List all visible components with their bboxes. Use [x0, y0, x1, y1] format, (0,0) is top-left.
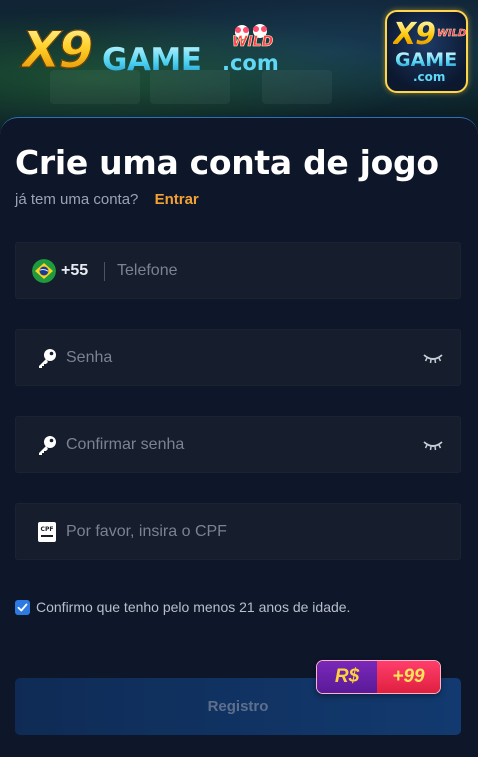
- brazil-flag-icon[interactable]: [32, 259, 56, 283]
- cpf-icon-text: CPF: [41, 526, 54, 533]
- bonus-badge: R$ +99: [316, 660, 441, 694]
- confirm-password-input[interactable]: [66, 417, 411, 472]
- register-sheet: Crie uma conta de jogo já tem uma conta?…: [0, 117, 478, 757]
- app-icon[interactable]: X9 WILD GAME .com: [385, 10, 468, 93]
- key-icon: [36, 347, 58, 369]
- age-confirm-row: Confirmo que tenho pelo menos 21 anos de…: [15, 598, 350, 616]
- age-confirm-checkbox[interactable]: [15, 599, 30, 615]
- app-icon-x9: X9: [393, 17, 436, 52]
- cpf-card-icon: CPF: [36, 521, 58, 543]
- password-field[interactable]: [15, 329, 461, 386]
- wild-badge-icon: WILD: [228, 22, 284, 52]
- phone-input[interactable]: [117, 243, 447, 298]
- country-code[interactable]: +55: [61, 261, 88, 281]
- eye-closed-icon[interactable]: [423, 438, 443, 452]
- logo-com-text: .com: [222, 51, 279, 75]
- phone-field[interactable]: +55: [15, 242, 461, 299]
- eye-closed-icon[interactable]: [423, 351, 443, 365]
- page-title: Crie uma conta de jogo: [15, 143, 439, 182]
- key-icon: [36, 434, 58, 456]
- login-link[interactable]: Entrar: [155, 191, 199, 208]
- cpf-field[interactable]: CPF: [15, 503, 461, 560]
- app-icon-wild: WILD: [437, 28, 467, 39]
- logo-game-text: GAME: [102, 42, 202, 78]
- site-logo[interactable]: X9 GAME .com WILD: [21, 21, 312, 82]
- logo-x9-text: X9: [21, 21, 93, 79]
- login-prompt-text: já tem uma conta?: [15, 191, 139, 208]
- password-input[interactable]: [66, 330, 411, 385]
- age-confirm-label[interactable]: Confirmo que tenho pelo menos 21 anos de…: [36, 598, 350, 616]
- cpf-input[interactable]: [66, 504, 446, 559]
- login-prompt-row: já tem uma conta? Entrar: [15, 190, 199, 210]
- bonus-currency: R$: [317, 661, 377, 693]
- app-icon-com: .com: [413, 70, 446, 84]
- header-banner: X9 GAME .com WILD X9 WILD GAME .com: [0, 0, 478, 130]
- field-divider: [104, 262, 105, 281]
- bonus-amount: +99: [377, 661, 440, 693]
- app-icon-game: GAME: [395, 49, 458, 71]
- wild-text: WILD: [232, 34, 274, 51]
- checkmark-icon: [17, 603, 28, 611]
- confirm-password-field[interactable]: [15, 416, 461, 473]
